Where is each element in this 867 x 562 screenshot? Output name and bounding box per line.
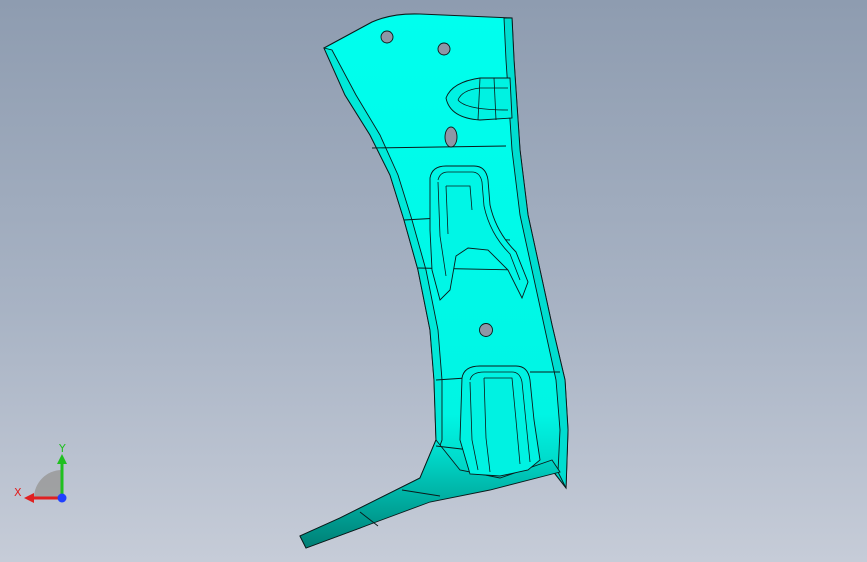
x-axis-arrow-icon (24, 493, 34, 503)
triad-plane-icon (34, 470, 62, 498)
part-hole (380, 30, 394, 44)
graphics-viewport[interactable]: Y X (0, 0, 867, 562)
part-lower-pocket (459, 365, 541, 477)
y-axis-label: Y (58, 442, 66, 455)
part-hole (479, 323, 493, 337)
part-hole (437, 42, 451, 56)
part-slot-hole (444, 126, 458, 148)
sheet-metal-part-model[interactable] (0, 0, 867, 562)
y-axis-arrow-icon (57, 454, 67, 464)
x-axis-label: X (14, 486, 22, 499)
z-axis-icon (57, 493, 67, 503)
coordinate-triad: Y X (14, 442, 67, 503)
